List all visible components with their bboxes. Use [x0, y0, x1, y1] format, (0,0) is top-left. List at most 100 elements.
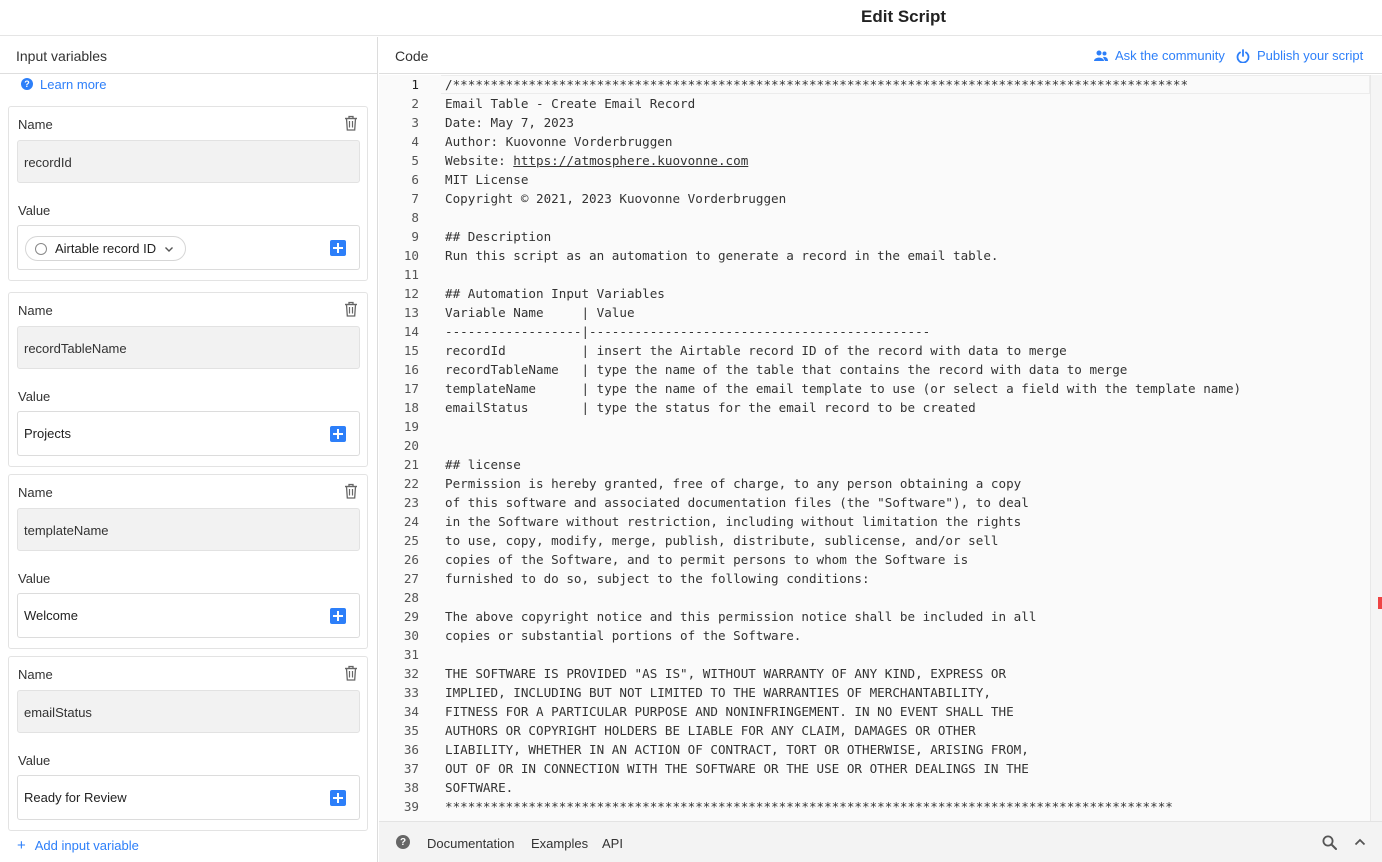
trash-icon[interactable] [344, 301, 358, 317]
code-line: 37 OUT OF OR IN CONNECTION WITH THE SOFTW… [379, 759, 1370, 778]
search-icon[interactable] [1322, 835, 1337, 850]
code-line: 15 recordId | insert the Airtable record … [379, 341, 1370, 360]
publish-icon [1236, 48, 1250, 63]
code-text: Copyright © 2021, 2023 Kuovonne Vorderbr… [445, 191, 787, 206]
input-variable-card: Name emailStatus Value Ready for Review [8, 656, 368, 831]
value-label: Value [18, 389, 51, 404]
line-number: 9 [411, 229, 419, 244]
line-number: 16 [403, 362, 419, 377]
code-text: of this software and associated document… [445, 495, 1029, 510]
examples-link[interactable]: Examples [531, 836, 588, 851]
publish-script-label: Publish your script [1257, 48, 1364, 63]
name-label: Name [18, 117, 53, 132]
variable-value-input[interactable]: Airtable record ID [17, 225, 360, 270]
code-line: 9 ## Description [379, 227, 1370, 246]
code-line: 27 furnished to do so, subject to the fol… [379, 569, 1370, 588]
code-header: Code Ask the community Publish your scri… [379, 37, 1382, 74]
line-number: 36 [403, 742, 419, 757]
line-number: 14 [403, 324, 419, 339]
code-line: 12 ## Automation Input Variables [379, 284, 1370, 303]
line-number: 4 [411, 134, 419, 149]
code-text: ## Automation Input Variables [445, 286, 665, 301]
value-text: Projects [24, 426, 71, 441]
record-id-token[interactable]: Airtable record ID [25, 236, 186, 261]
trash-icon[interactable] [344, 665, 358, 681]
code-line: 26 copies of the Software, and to permit … [379, 550, 1370, 569]
code-text: SOFTWARE. [445, 780, 514, 795]
line-number: 39 [403, 799, 419, 814]
value-label: Value [18, 203, 51, 218]
input-variables-panel: Input variables ? Learn more Name recordI… [0, 37, 378, 862]
variable-value-input[interactable]: Projects [17, 411, 360, 456]
code-text: Date: May 7, 2023 [445, 115, 574, 130]
input-variables-header: Input variables [0, 37, 377, 74]
code-line: 35 AUTHORS OR COPYRIGHT HOLDERS BE LIABLE… [379, 721, 1370, 740]
variable-name-input[interactable]: templateName [17, 508, 360, 551]
code-line: 36 LIABILITY, WHETHER IN AN ACTION OF CON… [379, 740, 1370, 759]
plus-icon[interactable] [330, 426, 346, 442]
name-label: Name [18, 485, 53, 500]
code-text: ## Description [445, 229, 552, 244]
value-label: Value [18, 571, 51, 586]
code-text: THE SOFTWARE IS PROVIDED "AS IS", WITHOU… [445, 666, 1007, 681]
plus-icon[interactable] [330, 608, 346, 624]
api-link[interactable]: API [602, 836, 623, 851]
code-line: 3 Date: May 7, 2023 [379, 113, 1370, 132]
record-id-icon [35, 242, 47, 255]
trash-icon[interactable] [344, 483, 358, 499]
add-input-variable-label: Add input variable [34, 837, 139, 853]
chevron-down-icon [165, 246, 174, 252]
chevron-up-icon[interactable] [1354, 837, 1366, 847]
code-line: 14 ------------------|-------------------… [379, 322, 1370, 341]
code-text: templateName | type the name of the emai… [445, 381, 1242, 396]
code-line: 30 copies or substantial portions of the … [379, 626, 1370, 645]
line-number: 11 [403, 267, 419, 282]
code-text: AUTHORS OR COPYRIGHT HOLDERS BE LIABLE F… [445, 723, 976, 738]
ask-community-link[interactable]: Ask the community [1094, 48, 1225, 63]
value-text: Ready for Review [24, 790, 127, 805]
code-text: furnished to do so, subject to the follo… [445, 571, 870, 586]
code-line: 1 /**************************************… [379, 75, 1370, 94]
plus-icon[interactable] [330, 790, 346, 806]
variable-value-input[interactable]: Ready for Review [17, 775, 360, 820]
code-line: 38 SOFTWARE. [379, 778, 1370, 797]
plus-icon[interactable] [330, 240, 346, 256]
help-icon: ? [21, 78, 33, 90]
line-number: 37 [403, 761, 419, 776]
variable-name-input[interactable]: recordTableName [17, 326, 360, 369]
line-number: 35 [403, 723, 419, 738]
code-line: 17 templateName | type the name of the em… [379, 379, 1370, 398]
title-bar: Edit Script [0, 0, 1382, 36]
variable-name-input[interactable]: emailStatus [17, 690, 360, 733]
code-line: 34 FITNESS FOR A PARTICULAR PURPOSE AND N… [379, 702, 1370, 721]
website-link[interactable]: https://atmosphere.kuovonne.com [513, 153, 748, 168]
line-number: 30 [403, 628, 419, 643]
line-number: 31 [403, 647, 419, 662]
help-icon[interactable]: ? [396, 835, 410, 849]
value-text: Welcome [24, 608, 78, 623]
code-editor[interactable]: 1 /**************************************… [379, 75, 1370, 821]
line-number: 29 [403, 609, 419, 624]
line-number: 20 [403, 438, 419, 453]
code-line: 19 [379, 417, 1370, 436]
publish-script-link[interactable]: Publish your script [1236, 48, 1363, 63]
documentation-link[interactable]: Documentation [427, 836, 514, 851]
code-line: 13 Variable Name | Value [379, 303, 1370, 322]
learn-more-link[interactable]: ? Learn more [21, 75, 106, 93]
line-number: 15 [403, 343, 419, 358]
line-number: 34 [403, 704, 419, 719]
code-line: 32 THE SOFTWARE IS PROVIDED "AS IS", WITH… [379, 664, 1370, 683]
code-text: emailStatus | type the status for the em… [445, 400, 976, 415]
trash-icon[interactable] [344, 115, 358, 131]
variable-name-input[interactable]: recordId [17, 140, 360, 183]
line-number: 22 [403, 476, 419, 491]
add-input-variable-button[interactable]: + Add input variable [17, 836, 139, 854]
line-number: 21 [403, 457, 419, 472]
code-line: 16 recordTableName | type the name of the… [379, 360, 1370, 379]
variable-value-input[interactable]: Welcome [17, 593, 360, 638]
editor-scrollbar[interactable] [1370, 75, 1382, 821]
code-line: 6 MIT License [379, 170, 1370, 189]
code-text: FITNESS FOR A PARTICULAR PURPOSE AND NON… [445, 704, 1014, 719]
plus-icon: + [17, 836, 26, 854]
code-line: 22 Permission is hereby granted, free of … [379, 474, 1370, 493]
